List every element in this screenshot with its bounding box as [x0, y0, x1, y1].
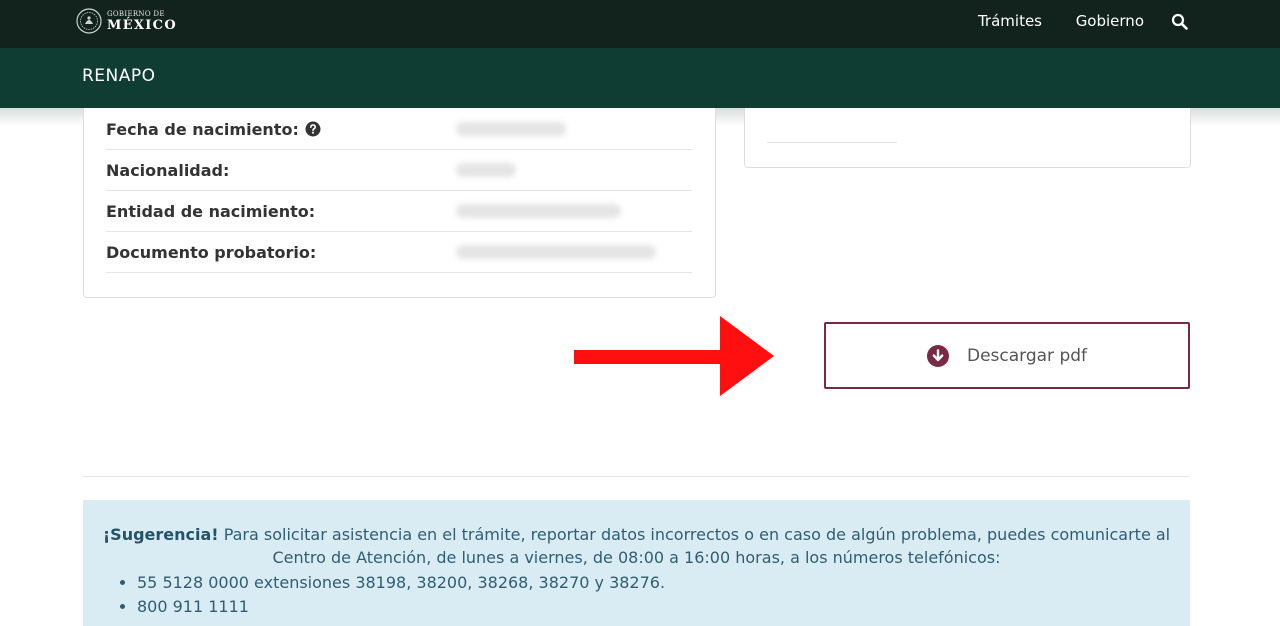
field-row-birth-state: Entidad de nacimiento: [106, 190, 692, 232]
arrow-down-circle-icon [926, 344, 949, 367]
suggestion-text: ¡Sugerencia! Para solicitar asistencia e… [83, 523, 1190, 569]
search-icon[interactable] [1170, 12, 1190, 32]
field-label: Nacionalidad: [106, 161, 230, 180]
phone-list-item: 800 911 1111 [137, 595, 665, 619]
card-divider [767, 142, 897, 143]
redacted-value [456, 163, 516, 177]
sub-header: RENAPO [0, 48, 1280, 108]
red-arrow-annotation [574, 316, 774, 396]
field-label-text: Fecha de nacimiento: [106, 120, 299, 139]
national-seal-icon [76, 8, 102, 34]
personal-data-card: Fecha de nacimiento: Nacionalidad: Entid… [83, 108, 716, 298]
nav-link-tramites[interactable]: Trámites [978, 12, 1042, 30]
gobierno-de-mexico-logo[interactable]: GOBIERNO DE MÉXICO [76, 5, 177, 37]
field-row-document: Documento probatorio: [106, 231, 692, 273]
download-pdf-button[interactable]: Descargar pdf [824, 322, 1190, 389]
suggestion-alert: ¡Sugerencia! Para solicitar asistencia e… [83, 500, 1190, 626]
field-label: Documento probatorio: [106, 243, 317, 262]
redacted-value [456, 204, 621, 218]
field-label: Entidad de nacimiento: [106, 202, 316, 221]
section-title[interactable]: RENAPO [82, 66, 156, 86]
question-circle-icon[interactable] [305, 121, 321, 137]
logo-text: GOBIERNO DE MÉXICO [107, 9, 177, 33]
redacted-value [456, 245, 656, 259]
download-pdf-label: Descargar pdf [966, 345, 1088, 366]
field-row-birthdate: Fecha de nacimiento: [106, 108, 692, 150]
section-divider [83, 476, 1189, 477]
top-navbar: GOBIERNO DE MÉXICO Trámites Gobierno [0, 0, 1280, 48]
logo-small-text: GOBIERNO DE [107, 9, 165, 18]
field-row-nationality: Nacionalidad: [106, 149, 692, 191]
redacted-value [456, 122, 566, 136]
logo-big-text: MÉXICO [107, 17, 177, 33]
suggestion-body: Para solicitar asistencia en el trámite,… [223, 525, 1171, 567]
nav-link-gobierno[interactable]: Gobierno [1076, 12, 1144, 30]
suggestion-title: ¡Sugerencia! [102, 525, 219, 544]
phone-list-item: 55 5128 0000 extensiones 38198, 38200, 3… [137, 571, 665, 595]
phone-list: 55 5128 0000 extensiones 38198, 38200, 3… [119, 571, 665, 619]
secondary-card [744, 108, 1191, 168]
field-label: Fecha de nacimiento: [106, 120, 321, 139]
